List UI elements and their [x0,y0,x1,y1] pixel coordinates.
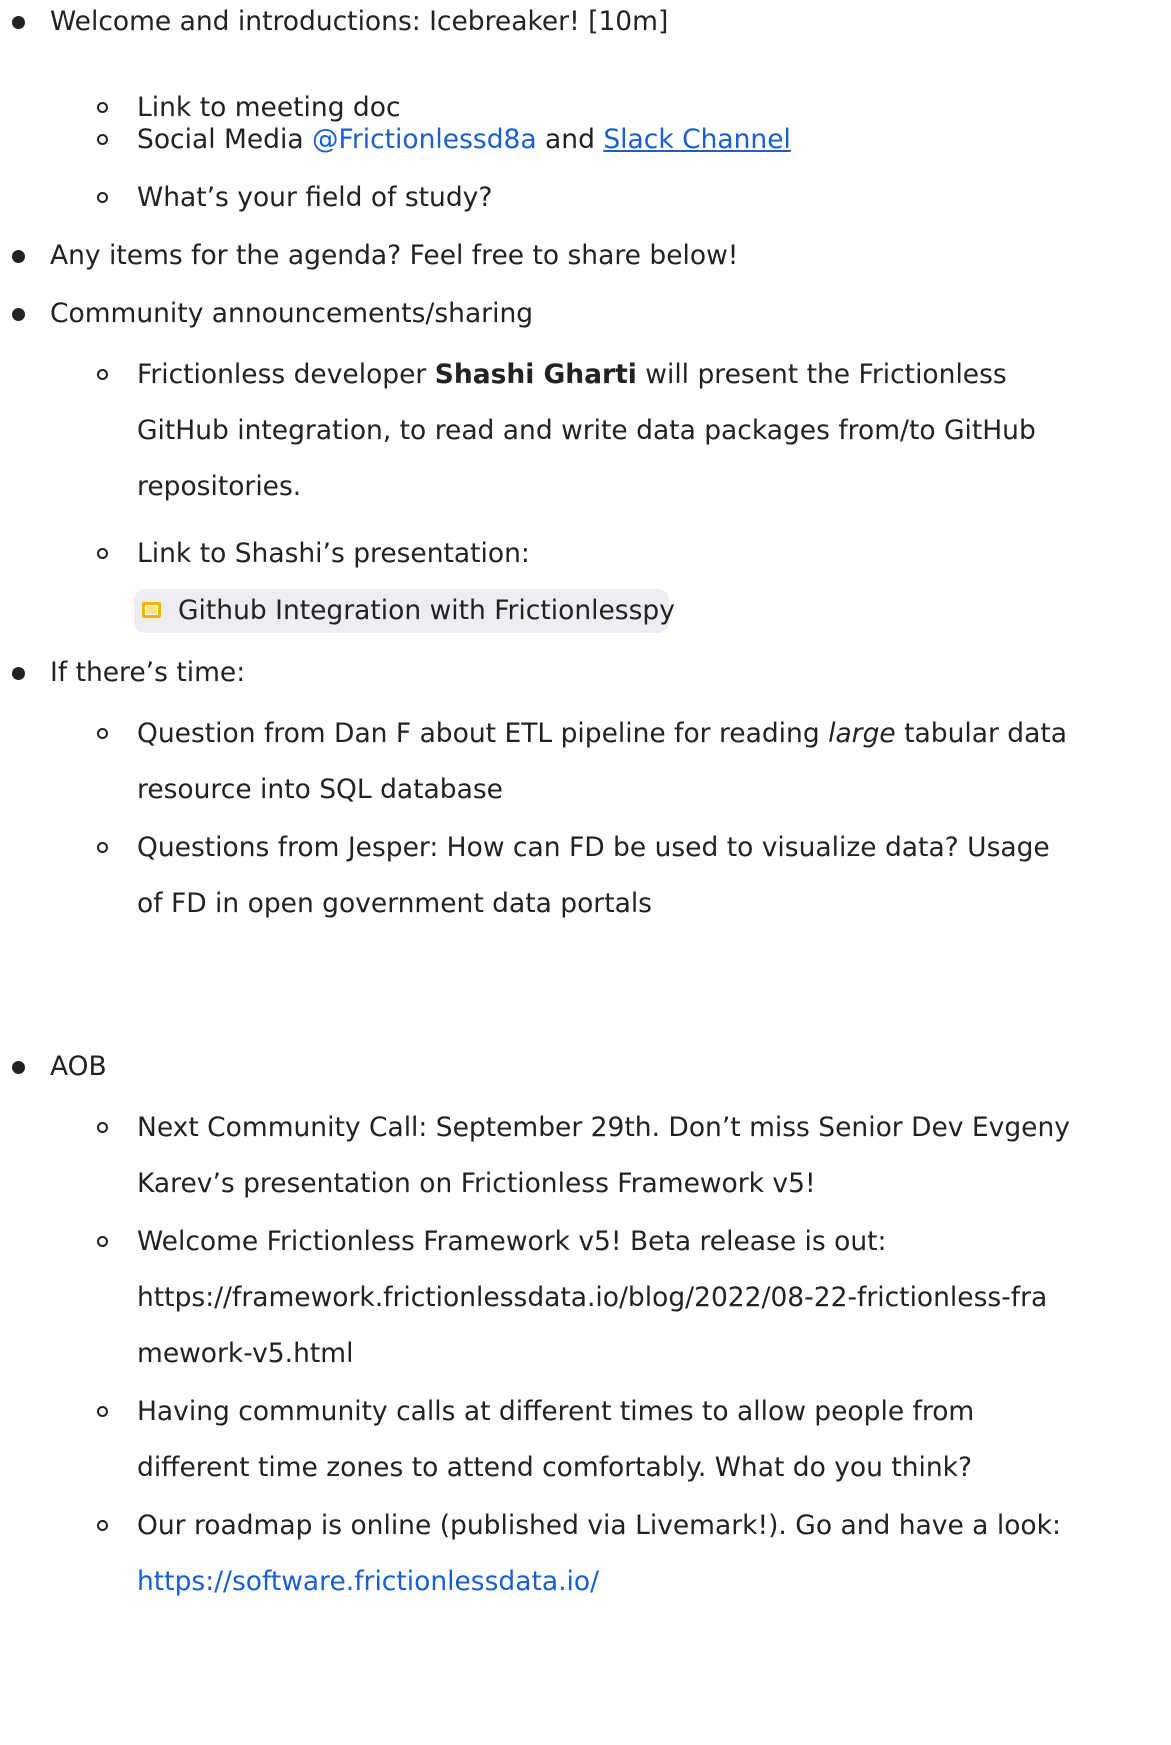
bullet-icon [12,1061,25,1074]
list-item-roadmap-continued: https://software.frictionlessdata.io/ [137,1564,599,1600]
twitter-mention-link[interactable]: @Frictionlessd8a [312,124,537,155]
item-text: Community announcements/sharing [50,298,534,329]
item-text: Link to Shashi’s presentation: [137,538,530,569]
list-item-roadmap: Our roadmap is online (published via Liv… [137,1508,1061,1544]
bullet-icon [12,250,25,263]
list-item-next-call-continued: Karev’s presentation on Frictionless Fra… [137,1166,816,1202]
item-text: What’s your field of study? [137,182,493,213]
sub-bullet-icon [97,842,108,853]
item-text: Having community calls at different time… [137,1396,975,1427]
list-item-jesper-question: Questions from Jesper: How can FD be use… [137,830,1050,866]
list-item-dan-question-continued: resource into SQL database [137,772,503,808]
list-item-shashi: Frictionless developer Shashi Gharti wil… [137,357,1007,393]
list-item-shashi-continued: GitHub integration, to read and write da… [137,413,1036,449]
list-item-v5-release: Welcome Frictionless Framework v5! Beta … [137,1224,886,1260]
item-text: tabular data [895,718,1067,749]
sub-bullet-icon [97,1520,108,1531]
list-item-field-of-study: What’s your field of study? [137,180,492,216]
item-text: Any items for the agenda? Feel free to s… [50,240,739,271]
list-item-call-times-continued: different time zones to attend comfortab… [137,1450,972,1486]
item-text: Karev’s presentation on Frictionless Fra… [137,1168,816,1199]
item-text: Link to meeting doc [137,92,401,123]
item-text: different time zones to attend comfortab… [137,1452,973,1483]
list-item-if-time: If there’s time: [50,655,245,691]
bullet-icon [12,667,25,680]
presentation-chip[interactable]: Github Integration with Frictionlesspy [134,589,675,633]
item-text: https://framework.frictionlessdata.io/bl… [137,1282,1048,1313]
item-text: Questions from Jesper: How can FD be use… [137,832,1050,863]
list-item-presentation-link: Link to Shashi’s presentation: [137,536,530,572]
bullet-icon [12,16,25,29]
item-text: and [536,124,604,155]
sub-bullet-icon [97,369,108,380]
sub-bullet-icon [97,1122,108,1133]
sub-bullet-icon [97,192,108,203]
list-item-agenda: Any items for the agenda? Feel free to s… [50,238,738,274]
chip-label: Github Integration with Frictionlesspy [178,595,675,626]
item-text: Frictionless developer [137,359,435,390]
bullet-icon [12,308,25,321]
item-text: resource into SQL database [137,774,503,805]
item-text: Welcome and introductions: Icebreaker! [… [50,6,669,37]
item-text: Welcome Frictionless Framework v5! Beta … [137,1226,887,1257]
item-text: Question from Dan F about ETL pipeline f… [137,718,829,749]
item-text: GitHub integration, to read and write da… [137,415,1036,446]
item-text: mework-v5.html [137,1338,354,1369]
list-item-v5-release-continued: https://framework.frictionlessdata.io/bl… [137,1280,1047,1316]
list-item-call-times: Having community calls at different time… [137,1394,974,1430]
google-slides-icon [142,602,161,618]
list-item-next-call: Next Community Call: September 29th. Don… [137,1110,1070,1146]
presenter-name: Shashi Gharti [434,359,637,390]
emphasis-text: large [828,718,896,749]
sub-bullet-icon [97,102,108,113]
item-text: will present the Frictionless [636,359,1007,390]
list-item-social-media: Social Media @Frictionlessd8a and Slack … [137,122,791,158]
item-text: Next Community Call: September 29th. Don… [137,1112,1070,1143]
roadmap-link[interactable]: https://software.frictionlessdata.io/ [137,1566,599,1597]
sub-bullet-icon [97,1406,108,1417]
item-text: repositories. [137,471,302,502]
list-item-dan-question: Question from Dan F about ETL pipeline f… [137,716,1067,752]
sub-bullet-icon [97,1236,108,1247]
item-text: AOB [50,1051,107,1082]
sub-bullet-icon [97,134,108,145]
list-item-community: Community announcements/sharing [50,296,533,332]
list-item-jesper-question-continued: of FD in open government data portals [137,886,652,922]
sub-bullet-icon [97,728,108,739]
sub-bullet-icon [97,548,108,559]
list-item-shashi-continued: repositories. [137,469,301,505]
item-text: Social Media [137,124,313,155]
list-item-meeting-doc: Link to meeting doc [137,90,401,126]
item-text: of FD in open government data portals [137,888,652,919]
item-text: If there’s time: [50,657,246,688]
item-text: Our roadmap is online (published via Liv… [137,1510,1061,1541]
list-item-welcome: Welcome and introductions: Icebreaker! [… [50,4,668,40]
slack-channel-link[interactable]: Slack Channel [603,124,791,155]
list-item-v5-release-continued: mework-v5.html [137,1336,353,1372]
list-item-aob: AOB [50,1049,107,1085]
